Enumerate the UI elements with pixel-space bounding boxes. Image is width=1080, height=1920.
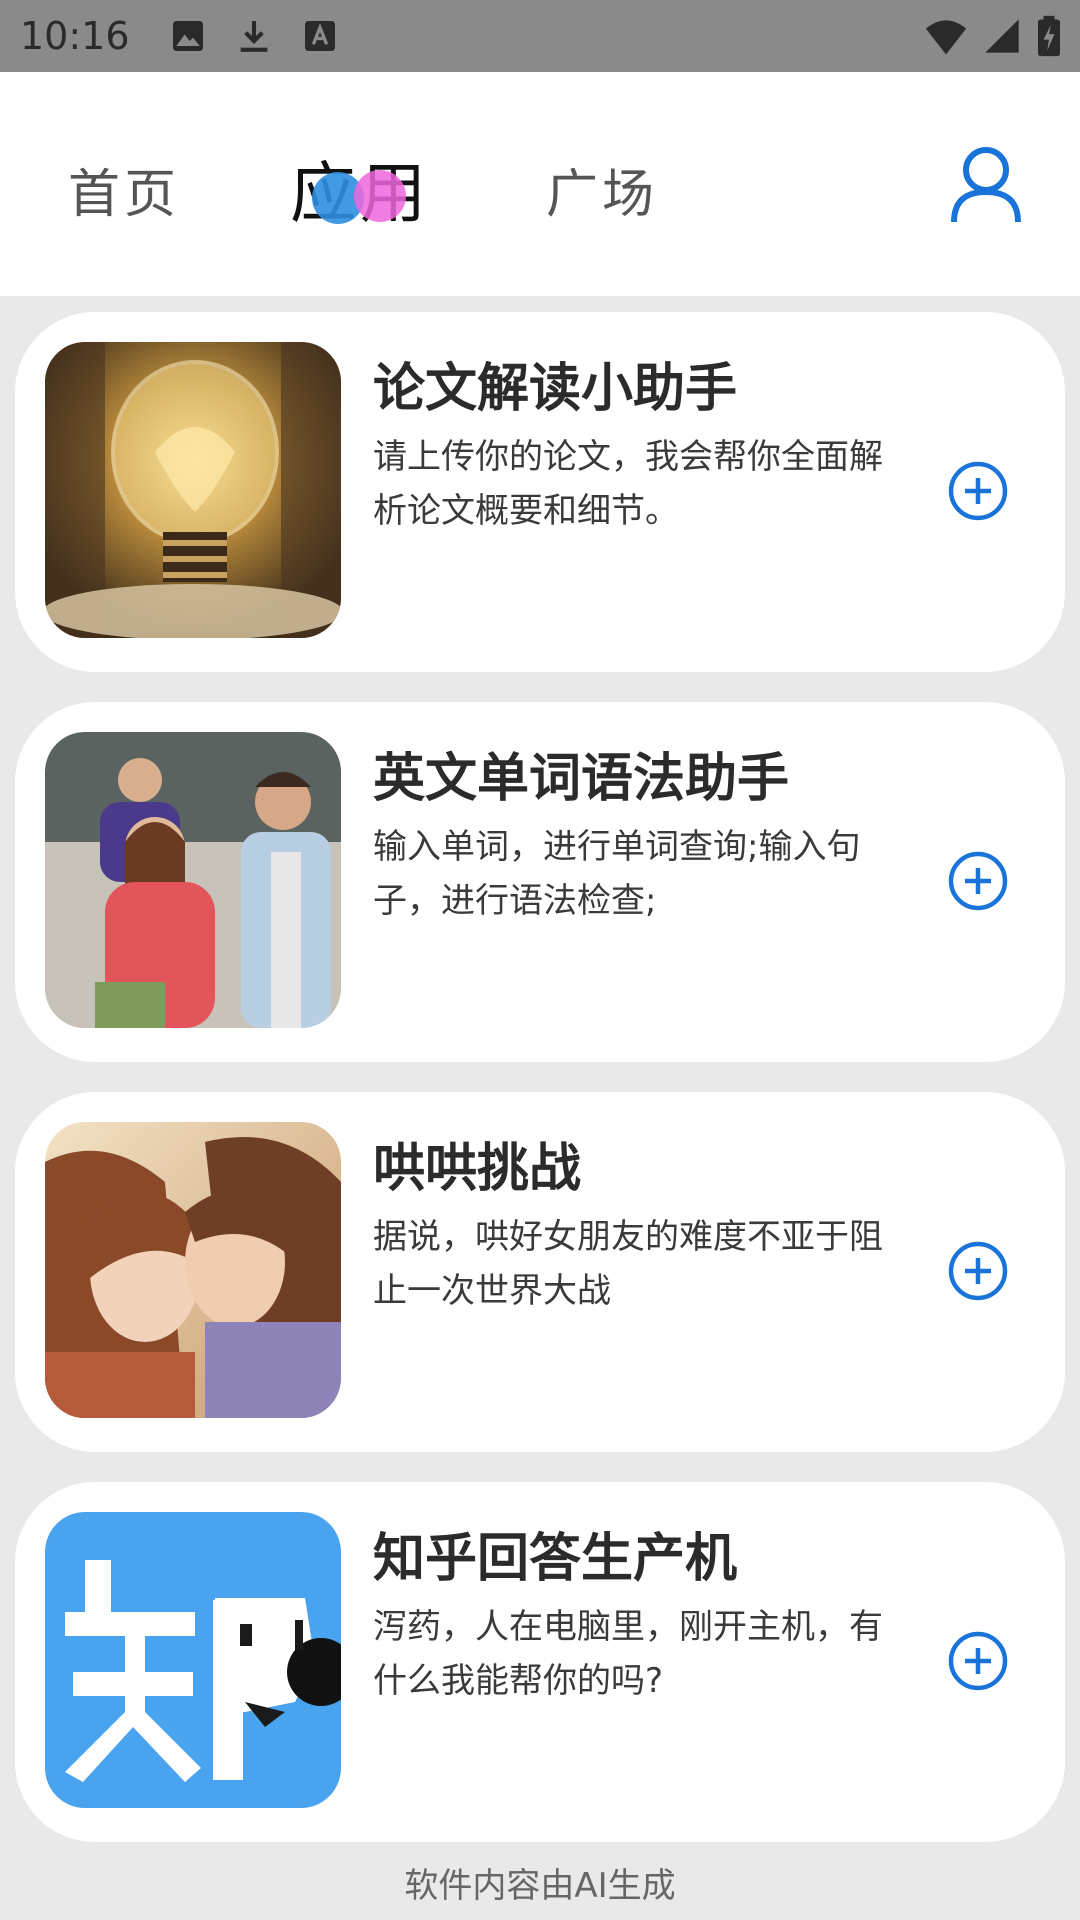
- ai-disclaimer: 软件内容由AI生成: [404, 1866, 676, 1906]
- anime-couple-image: [45, 1122, 341, 1418]
- students-classroom-image: [45, 732, 341, 1028]
- tab-apps[interactable]: 应用: [290, 140, 430, 236]
- add-circle-icon[interactable]: [947, 850, 1009, 912]
- battery-charging-icon: [1038, 15, 1060, 57]
- tab-home[interactable]: 首页: [68, 152, 180, 227]
- wifi-icon: [925, 20, 967, 55]
- add-circle-icon[interactable]: [947, 1240, 1009, 1302]
- card-description: 泻药，人在电脑里，刚开主机，有什么我能帮你的吗?: [373, 1607, 883, 1701]
- lightbulb-image: [45, 342, 341, 638]
- top-nav: 首页 应用 广场: [0, 72, 1080, 296]
- zhihu-logo-image: [45, 1512, 341, 1808]
- card-description: 请上传你的论文，我会帮你全面解析论文概要和细节。: [373, 437, 883, 531]
- card-description: 据说，哄好女朋友的难度不亚于阻止一次世界大战: [373, 1217, 883, 1311]
- app-card-english-grammar[interactable]: 英文单词语法助手 输入单词，进行单词查询;输入句子，进行语法检查;: [15, 702, 1065, 1062]
- status-time: 10:16: [20, 14, 130, 58]
- user-icon[interactable]: [948, 144, 1024, 224]
- download-icon: [240, 21, 267, 52]
- text-a-icon: [304, 21, 335, 51]
- tab-plaza[interactable]: 广场: [546, 152, 658, 227]
- card-title: 论文解读小助手: [373, 359, 738, 419]
- add-circle-icon[interactable]: [947, 1630, 1009, 1692]
- signal-icon: [985, 19, 1019, 53]
- card-description: 输入单词，进行单词查询;输入句子，进行语法检查;: [373, 827, 861, 921]
- app-card-paper-assistant[interactable]: 论文解读小助手 请上传你的论文，我会帮你全面解析论文概要和细节。: [15, 312, 1065, 672]
- add-circle-icon[interactable]: [947, 460, 1009, 522]
- card-title: 哄哄挑战: [373, 1139, 582, 1199]
- card-title: 英文单词语法助手: [373, 749, 790, 809]
- status-bar: 10:16: [0, 0, 1080, 72]
- image-icon: [172, 21, 203, 51]
- app-card-coax-challenge[interactable]: 哄哄挑战 据说，哄好女朋友的难度不亚于阻止一次世界大战: [15, 1092, 1065, 1452]
- card-title: 知乎回答生产机: [373, 1529, 738, 1589]
- app-card-zhihu-answer[interactable]: 知乎回答生产机 泻药，人在电脑里，刚开主机，有什么我能帮你的吗?: [15, 1482, 1065, 1842]
